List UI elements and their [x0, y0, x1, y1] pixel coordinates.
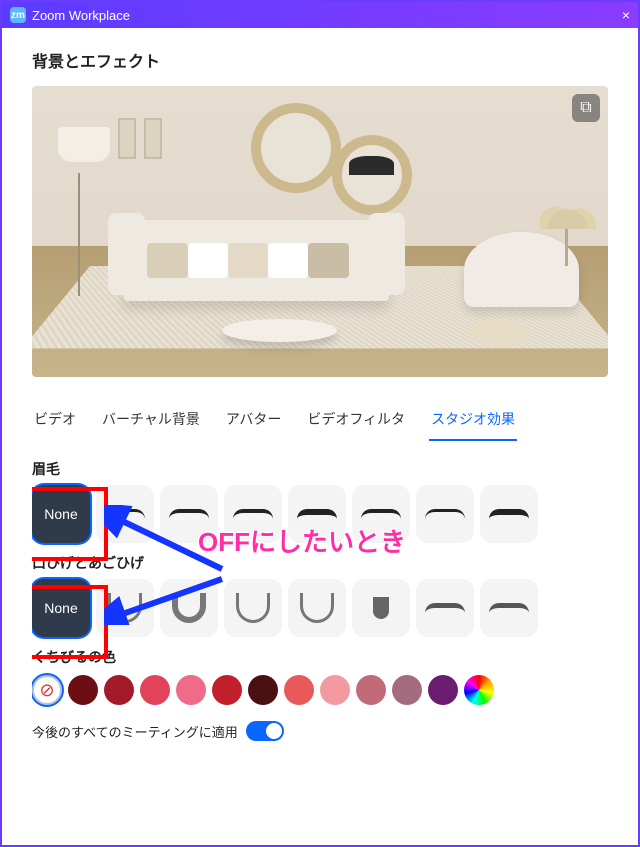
- eyebrows-option[interactable]: [352, 485, 410, 543]
- tab-avatar[interactable]: アバター: [224, 403, 283, 441]
- lip-color-swatch[interactable]: [104, 675, 134, 705]
- beard-row: None: [32, 579, 594, 637]
- lip-color-swatch[interactable]: [284, 675, 314, 705]
- lip-color-swatch[interactable]: [176, 675, 206, 705]
- beard-none[interactable]: None: [32, 579, 90, 637]
- zoom-logo-icon: zm: [10, 7, 26, 23]
- beard-option[interactable]: [416, 579, 474, 637]
- tab-video-filter[interactable]: ビデオフィルタ: [305, 403, 407, 441]
- video-preview: ⧉: [32, 86, 608, 377]
- eyebrows-option[interactable]: [160, 485, 218, 543]
- apply-all-label: 今後のすべてのミーティングに適用: [32, 722, 238, 741]
- lip-color-custom[interactable]: [464, 675, 494, 705]
- pip-icon[interactable]: ⧉: [572, 94, 600, 122]
- lip-color-swatch[interactable]: [140, 675, 170, 705]
- lip-color-row: ⊘: [32, 675, 594, 705]
- beard-option[interactable]: [96, 579, 154, 637]
- studio-effects-panel: 眉毛 None 口ひげとあごひげ None: [32, 449, 608, 805]
- apply-all-toggle[interactable]: [246, 721, 284, 741]
- eyebrows-header: 眉毛: [32, 459, 594, 479]
- lip-color-swatch[interactable]: [68, 675, 98, 705]
- beard-option[interactable]: [288, 579, 346, 637]
- beard-option[interactable]: [352, 579, 410, 637]
- lip-color-swatch[interactable]: [212, 675, 242, 705]
- close-icon[interactable]: ×: [622, 7, 630, 23]
- window-title: Zoom Workplace: [32, 8, 130, 23]
- lip-color-swatch[interactable]: [428, 675, 458, 705]
- lip-color-swatch[interactable]: [320, 675, 350, 705]
- eyebrows-option[interactable]: [288, 485, 346, 543]
- lip-color-none[interactable]: ⊘: [32, 675, 62, 705]
- beard-option[interactable]: [480, 579, 538, 637]
- tab-studio-effects[interactable]: スタジオ効果: [429, 403, 517, 441]
- eyebrows-option[interactable]: [96, 485, 154, 543]
- lip-color-swatch[interactable]: [248, 675, 278, 705]
- tab-virtual-background[interactable]: バーチャル背景: [100, 403, 202, 441]
- beard-option[interactable]: [160, 579, 218, 637]
- lip-color-swatch[interactable]: [392, 675, 422, 705]
- beard-option[interactable]: [224, 579, 282, 637]
- tabs: ビデオ バーチャル背景 アバター ビデオフィルタ スタジオ効果: [32, 403, 608, 441]
- lip-color-header: くちびるの色: [32, 647, 594, 667]
- titlebar: zm Zoom Workplace ×: [2, 2, 638, 28]
- page-title: 背景とエフェクト: [32, 48, 608, 72]
- eyebrows-row: None: [32, 485, 594, 543]
- tab-video[interactable]: ビデオ: [32, 403, 78, 441]
- lip-color-swatch[interactable]: [356, 675, 386, 705]
- eyebrows-option[interactable]: [480, 485, 538, 543]
- eyebrows-option[interactable]: [224, 485, 282, 543]
- eyebrows-option[interactable]: [416, 485, 474, 543]
- beard-header: 口ひげとあごひげ: [32, 553, 594, 573]
- eyebrows-none[interactable]: None: [32, 485, 90, 543]
